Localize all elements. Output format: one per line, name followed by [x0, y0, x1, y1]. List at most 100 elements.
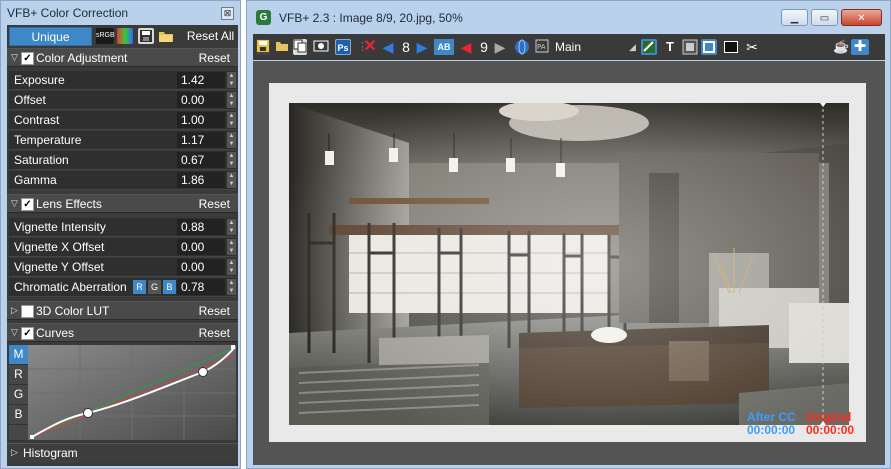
spinner-icon[interactable]: ▲ ▼ — [227, 172, 236, 188]
curves-checkbox[interactable]: ✓ — [21, 327, 34, 340]
offset-field[interactable]: 0.00 — [177, 92, 225, 108]
text-overlay-icon[interactable]: T — [663, 39, 677, 55]
lut-checkbox[interactable] — [21, 305, 34, 318]
exposure-field[interactable]: 1.42 — [177, 72, 225, 88]
curve-graph[interactable] — [28, 345, 236, 440]
reset-all-button[interactable]: Reset All — [183, 27, 238, 46]
curve-tab-r[interactable]: R — [9, 365, 28, 385]
param-row-chromatic-aberration: Chromatic Aberration R G B 0.78 ▲ ▼ — [9, 278, 236, 297]
lens-effects-reset-button[interactable]: Reset — [199, 197, 230, 211]
g-channel-button[interactable]: G — [148, 280, 161, 294]
spinner-icon[interactable]: ▲ ▼ — [227, 259, 236, 275]
vignette-intensity-field[interactable]: 0.88 — [177, 219, 225, 235]
collapse-icon[interactable]: ▽ — [11, 327, 18, 338]
spinner-icon[interactable]: ▲ ▼ — [227, 92, 236, 108]
channel-select[interactable]: Main — [555, 39, 585, 55]
param-label: Offset — [14, 93, 46, 107]
color-adjustment-header[interactable]: ▽ ✓ Color Adjustment Reset — [7, 48, 238, 67]
render-image[interactable] — [289, 103, 849, 425]
image-viewport[interactable]: After CC 00:00:00 Original 00:00:00 — [253, 61, 885, 465]
save-icon[interactable] — [256, 39, 270, 55]
crosshair-icon[interactable]: ✚ — [851, 39, 869, 55]
param-row-offset: Offset 0.00 ▲ ▼ — [9, 91, 236, 110]
toolbar-separator: ⋮ — [357, 41, 368, 53]
cc-titlebar[interactable]: VFB+ Color Correction ⊠ — [1, 1, 240, 25]
close-button[interactable]: ✕ — [841, 9, 882, 26]
collapse-icon[interactable]: ▽ — [11, 52, 18, 63]
display-icon[interactable] — [723, 39, 738, 55]
curve-tab-m[interactable]: M — [9, 345, 28, 365]
param-row-vignette-x: Vignette X Offset 0.00 ▲ ▼ — [9, 238, 236, 257]
lut-reset-button[interactable]: Reset — [199, 304, 230, 318]
srgb-icon[interactable]: sRGB — [96, 28, 115, 44]
dropdown-icon[interactable]: ◢ — [629, 39, 636, 55]
temperature-field[interactable]: 1.17 — [177, 132, 225, 148]
clear-icon[interactable]: ✕ — [363, 39, 377, 55]
screenshot-icon[interactable] — [313, 39, 329, 55]
color-correct-icon[interactable] — [641, 39, 657, 55]
cc-body: Unique sRGB Reset All ▽ ✓ Color Adjustme… — [7, 25, 238, 466]
curve-endpoint[interactable] — [30, 435, 34, 439]
lut-header[interactable]: ▷ 3D Color LUT Reset — [7, 301, 238, 320]
spinner-icon[interactable]: ▲ ▼ — [227, 219, 236, 235]
copy-icon[interactable] — [293, 39, 307, 55]
color-adjustment-checkbox[interactable]: ✓ — [21, 52, 34, 65]
globe-icon[interactable] — [514, 39, 529, 55]
contrast-field[interactable]: 1.00 — [177, 112, 225, 128]
open-folder-icon[interactable] — [275, 39, 289, 55]
ab-compare-button[interactable]: AB — [434, 39, 454, 55]
color-channels-icon[interactable] — [117, 28, 133, 44]
curve-tab-b[interactable]: B — [9, 405, 28, 425]
next-image-icon[interactable]: ▶ — [415, 39, 429, 55]
spinner-icon[interactable]: ▲ ▼ — [227, 132, 236, 148]
r-channel-button[interactable]: R — [133, 280, 146, 294]
chromatic-aberration-field[interactable]: 0.78 — [177, 279, 225, 295]
spinner-icon[interactable]: ▲ ▼ — [227, 279, 236, 295]
image-number-b: 9 — [480, 39, 488, 55]
param-row-vignette-y: Vignette Y Offset 0.00 ▲ ▼ — [9, 258, 236, 277]
color-adjustment-reset-button[interactable]: Reset — [199, 51, 230, 65]
curve-tab-g[interactable]: G — [9, 385, 28, 405]
vignette-y-field[interactable]: 0.00 — [177, 259, 225, 275]
teapot-icon[interactable]: ☕ — [833, 39, 849, 55]
curve-point[interactable] — [198, 367, 208, 377]
param-row-vignette-intensity: Vignette Intensity 0.88 ▲ ▼ — [9, 218, 236, 237]
param-row-contrast: Contrast 1.00 ▲ ▼ — [9, 111, 236, 130]
svg-text:PA: PA — [537, 43, 546, 51]
histogram-header[interactable]: ▷ Histogram — [7, 443, 238, 463]
vignette-x-field[interactable]: 0.00 — [177, 239, 225, 255]
pixel-aspect-icon[interactable]: PA — [535, 39, 549, 55]
collapse-icon[interactable]: ▽ — [11, 198, 18, 209]
spinner-icon[interactable]: ▲ ▼ — [227, 239, 236, 255]
settings-tools-icon[interactable]: ✂ — [745, 39, 759, 55]
spinner-icon[interactable]: ▲ ▼ — [227, 72, 236, 88]
param-label: Saturation — [14, 153, 69, 167]
lens-effects-checkbox[interactable]: ✓ — [21, 198, 34, 211]
param-row-gamma: Gamma 1.86 ▲ ▼ — [9, 171, 236, 190]
open-folder-icon[interactable] — [158, 28, 174, 44]
close-icon[interactable]: ⊠ — [221, 7, 234, 20]
b-channel-button[interactable]: B — [163, 280, 176, 294]
curve-endpoint[interactable] — [231, 345, 235, 349]
next-image-b-icon[interactable]: ▶ — [493, 39, 507, 55]
spinner-icon[interactable]: ▲ ▼ — [227, 152, 236, 168]
minimize-button[interactable]: ▁ — [781, 9, 808, 26]
lens-icon[interactable] — [682, 39, 698, 55]
prev-image-b-icon[interactable]: ◀ — [459, 39, 473, 55]
gamma-field[interactable]: 1.86 — [177, 172, 225, 188]
spinner-icon[interactable]: ▲ ▼ — [227, 112, 236, 128]
unique-button[interactable]: Unique — [9, 27, 92, 46]
expand-icon[interactable]: ▷ — [11, 447, 18, 458]
vfb-titlebar[interactable]: G VFB+ 2.3 : Image 8/9, 20.jpg, 50% ▁ ▭ … — [247, 1, 890, 33]
expand-icon[interactable]: ▷ — [11, 305, 18, 316]
curves-header[interactable]: ▽ ✓ Curves Reset — [7, 323, 238, 342]
photoshop-icon[interactable]: Ps — [335, 39, 351, 55]
lens-effects-header[interactable]: ▽ ✓ Lens Effects Reset — [7, 194, 238, 213]
saturation-field[interactable]: 0.67 — [177, 152, 225, 168]
prev-image-icon[interactable]: ◀ — [381, 39, 395, 55]
save-icon[interactable] — [138, 28, 154, 44]
curves-reset-button[interactable]: Reset — [199, 326, 230, 340]
curve-point[interactable] — [83, 408, 93, 418]
maximize-button[interactable]: ▭ — [811, 9, 838, 26]
region-icon[interactable] — [701, 39, 717, 55]
